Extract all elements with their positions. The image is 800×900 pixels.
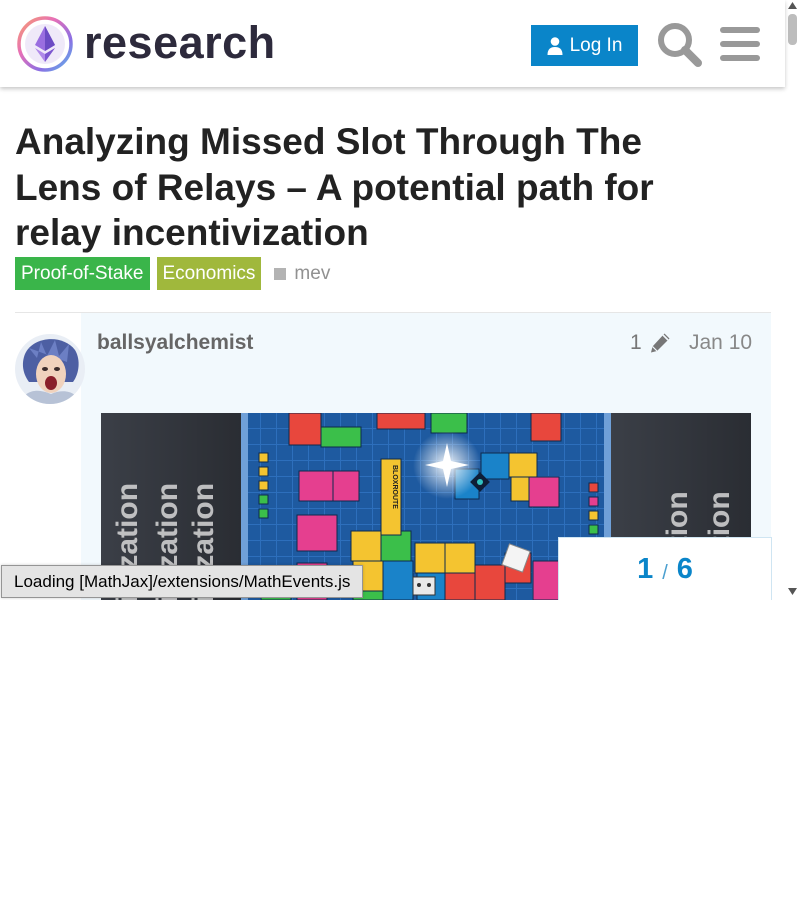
login-button[interactable]: Log In — [531, 25, 638, 66]
progress-total: 6 — [676, 552, 693, 585]
progress-separator: / — [662, 561, 668, 584]
post-edit-history[interactable]: 1 — [630, 331, 671, 355]
tag-square-icon — [274, 267, 287, 280]
tag-label: mev — [294, 262, 331, 284]
category-badge-economics[interactable]: Economics — [156, 257, 262, 290]
page-scrollbar[interactable] — [785, 0, 800, 600]
topic-category-tags: Proof-of-Stake Economics mev — [15, 257, 330, 290]
edit-count: 1 — [630, 331, 642, 354]
ethereum-research-logo-icon — [17, 16, 73, 72]
scroll-up-arrow-icon[interactable] — [788, 2, 797, 9]
topic-title[interactable]: Analyzing Missed Slot Through The Lens o… — [15, 119, 735, 256]
site-logo-text: research — [84, 16, 276, 68]
scrollbar-thumb[interactable] — [788, 14, 797, 45]
hamburger-menu-icon[interactable] — [720, 26, 760, 62]
category-badge-proof-of-stake[interactable]: Proof-of-Stake — [15, 257, 150, 290]
login-button-label: Log In — [569, 34, 623, 56]
browser-viewport: research Log In Analyzing Missed Slot Th… — [0, 0, 800, 600]
post-image-sticker: BLOXROUTE — [391, 465, 398, 509]
tag-mev[interactable]: mev — [274, 263, 330, 285]
topic-progress-indicator[interactable]: 1 / 6 — [558, 537, 772, 600]
site-header: research Log In — [0, 0, 785, 87]
site-logo[interactable]: research — [16, 15, 288, 73]
post-author-username[interactable]: ballsyalchemist — [97, 331, 253, 355]
progress-current: 1 — [637, 552, 654, 585]
pencil-icon — [650, 333, 670, 353]
user-icon — [547, 36, 563, 55]
avatar-image — [15, 334, 85, 404]
avatar[interactable] — [15, 334, 85, 404]
post-date[interactable]: Jan 10 — [689, 331, 752, 355]
scroll-down-arrow-icon[interactable] — [788, 588, 797, 595]
mathjax-loading-status: Loading [MathJax]/extensions/MathEvents.… — [1, 565, 364, 598]
search-icon[interactable] — [656, 21, 702, 67]
